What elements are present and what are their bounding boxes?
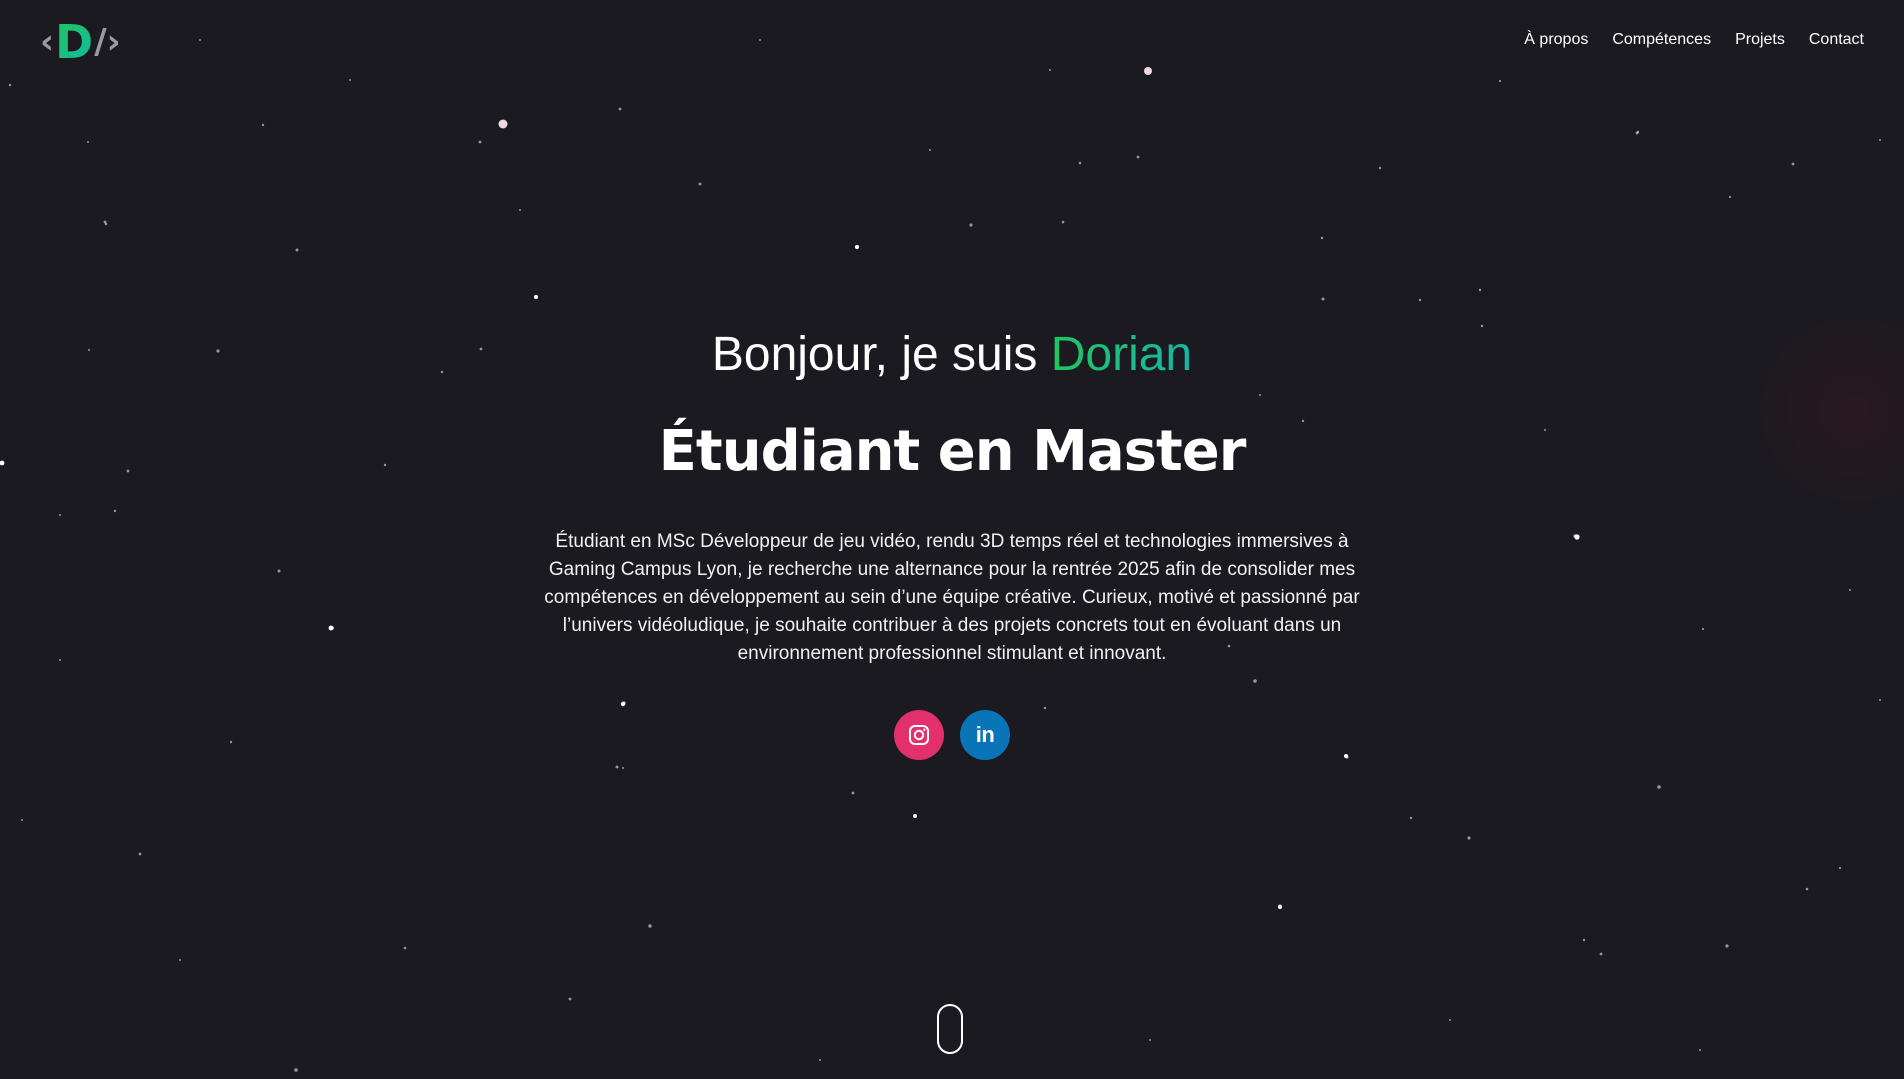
main-nav: À propos Compétences Projets Contact [1524,28,1864,52]
nav-link-about[interactable]: À propos [1524,28,1588,52]
hero-role: Étudiant en Master [658,419,1247,484]
site-logo[interactable]: ‹ D / › [40,15,121,69]
page: ‹ D / › À propos Compétences Projets Con… [0,0,1904,1079]
hero-section: Bonjour, je suis Dorian Étudiant en Mast… [0,320,1904,760]
instagram-icon [909,725,929,745]
nav-link-contact[interactable]: Contact [1809,28,1864,52]
linkedin-icon: in [975,722,995,747]
hero-name: Dorian [1050,328,1193,381]
hero-description: Étudiant en MSc Développeur de jeu vidéo… [544,531,1360,664]
social-links: in [0,710,1904,760]
hero-greeting: Bonjour, je suis Dorian [0,320,1904,390]
scroll-down-indicator[interactable] [937,1004,963,1054]
nav-link-projects[interactable]: Projets [1735,28,1785,52]
logo-slash: / [94,22,107,62]
logo-right-bracket: › [106,22,121,62]
logo-left-bracket: ‹ [40,22,55,62]
greeting-prefix: Bonjour, je suis [711,328,1051,381]
linkedin-link[interactable]: in [960,710,1010,760]
instagram-link[interactable] [894,710,944,760]
logo-letter: D [55,15,94,69]
nav-link-skills[interactable]: Compétences [1612,28,1711,52]
